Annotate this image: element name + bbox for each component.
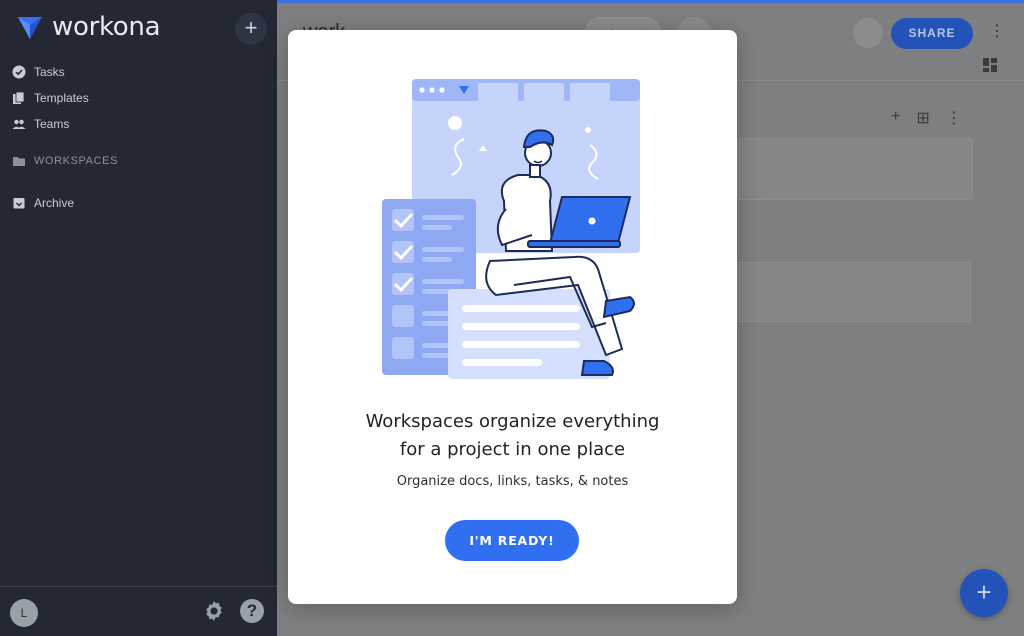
sidebar-section-workspaces[interactable]: WORKSPACES bbox=[12, 154, 118, 168]
sidebar-item-label: Archive bbox=[34, 196, 75, 210]
workspace-illustration bbox=[382, 79, 640, 379]
modal-title-line: Workspaces organize everything bbox=[365, 411, 660, 432]
gear-icon[interactable] bbox=[202, 599, 226, 623]
sidebar-item-label: Tasks bbox=[34, 65, 65, 79]
sidebar-item-tasks[interactable]: Tasks bbox=[12, 65, 65, 79]
modal-title: Workspaces organize everything for a pro… bbox=[288, 408, 737, 464]
sidebar-section-label: WORKSPACES bbox=[34, 155, 119, 167]
more-options-icon[interactable]: ⋮ bbox=[989, 21, 1005, 43]
workona-logo[interactable]: workona bbox=[16, 12, 161, 42]
link-icon[interactable] bbox=[853, 18, 883, 48]
onboarding-modal: Workspaces organize everything for a pro… bbox=[288, 30, 737, 604]
section-actions: + ⊞ ⋮ bbox=[891, 108, 962, 128]
sidebar-item-label: Templates bbox=[34, 91, 89, 105]
sidebar-item-label: Teams bbox=[34, 117, 70, 131]
add-fab-button[interactable]: + bbox=[960, 569, 1008, 617]
avatar[interactable]: L bbox=[10, 599, 38, 627]
share-button[interactable]: SHARE bbox=[891, 18, 973, 49]
sidebar-item-teams[interactable]: Teams bbox=[12, 117, 69, 131]
sidebar-item-archive[interactable]: Archive bbox=[12, 196, 74, 210]
add-note-icon[interactable]: ⊞ bbox=[916, 108, 929, 128]
help-icon[interactable]: ? bbox=[240, 599, 264, 623]
sidebar: workona + Tasks Templates Teams WORKSPAC… bbox=[0, 0, 277, 636]
folder-icon bbox=[13, 157, 25, 166]
add-icon[interactable]: + bbox=[891, 108, 900, 128]
modal-title-line: for a project in one place bbox=[399, 439, 626, 460]
add-workspace-button[interactable]: + bbox=[235, 13, 267, 45]
more-options-icon[interactable]: ⋮ bbox=[946, 108, 962, 128]
app-name: workona bbox=[52, 12, 161, 42]
people-icon bbox=[12, 119, 26, 129]
archive-icon bbox=[13, 198, 25, 209]
im-ready-button[interactable]: I'M READY! bbox=[445, 520, 579, 561]
check-circle-icon bbox=[12, 65, 26, 79]
documents-icon bbox=[13, 91, 25, 104]
layout-grid-icon[interactable] bbox=[982, 57, 998, 73]
workona-logo-icon bbox=[18, 17, 42, 39]
modal-subtitle: Organize docs, links, tasks, & notes bbox=[396, 474, 629, 489]
sidebar-footer: L ? bbox=[0, 586, 277, 636]
sidebar-item-templates[interactable]: Templates bbox=[12, 91, 89, 105]
